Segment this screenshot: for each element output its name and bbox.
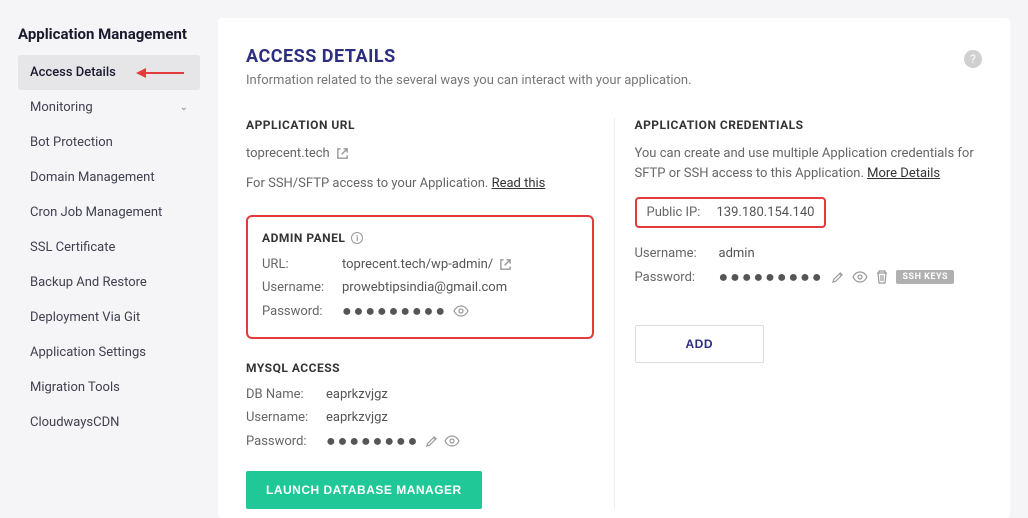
chevron-down-icon: ⌄ xyxy=(180,102,188,113)
ssh-keys-badge[interactable]: SSH KEYS xyxy=(896,270,954,284)
admin-password-label: Password: xyxy=(262,304,342,319)
public-ip-label: Public IP: xyxy=(647,205,717,220)
sidebar-item-deployment-git[interactable]: Deployment Via Git xyxy=(18,300,200,335)
sidebar-item-cloudways-cdn[interactable]: CloudwaysCDN xyxy=(18,405,200,440)
application-url-value[interactable]: toprecent.tech xyxy=(246,144,330,164)
edit-icon[interactable] xyxy=(425,435,438,448)
mysql-username-value: eaprkzvjgz xyxy=(326,410,388,425)
delete-icon[interactable] xyxy=(876,270,888,284)
sidebar-item-backup-restore[interactable]: Backup And Restore xyxy=(18,265,200,300)
sidebar-item-cron-job-management[interactable]: Cron Job Management xyxy=(18,195,200,230)
ssh-note: For SSH/SFTP access to your Application.… xyxy=(246,174,594,194)
mysql-heading: MYSQL ACCESS xyxy=(246,361,594,375)
sidebar-item-label: Backup And Restore xyxy=(30,275,147,290)
admin-url-label: URL: xyxy=(262,257,342,272)
eye-icon[interactable] xyxy=(852,271,868,283)
credentials-heading: APPLICATION CREDENTIALS xyxy=(635,118,983,132)
eye-icon[interactable] xyxy=(444,435,460,447)
admin-panel-box: ADMIN PANEL i URL: toprecent.tech/wp-adm… xyxy=(246,215,594,339)
application-url-heading: APPLICATION URL xyxy=(246,118,594,132)
sidebar-item-label: Access Details xyxy=(30,65,116,80)
sidebar-item-label: Application Settings xyxy=(30,345,146,360)
right-column: APPLICATION CREDENTIALS You can create a… xyxy=(614,118,983,509)
more-details-link[interactable]: More Details xyxy=(867,166,940,181)
add-button[interactable]: ADD xyxy=(635,325,765,363)
mysql-password-label: Password: xyxy=(246,434,326,449)
sidebar-item-application-settings[interactable]: Application Settings xyxy=(18,335,200,370)
page-title: ACCESS DETAILS xyxy=(246,46,982,67)
credentials-desc: You can create and use multiple Applicat… xyxy=(635,144,983,183)
external-link-icon[interactable] xyxy=(336,147,349,160)
help-icon[interactable]: ? xyxy=(964,50,982,68)
admin-username-value: prowebtipsindia@gmail.com xyxy=(342,280,507,295)
sidebar-item-domain-management[interactable]: Domain Management xyxy=(18,160,200,195)
sidebar-title: Application Management xyxy=(18,25,200,43)
dbname-value: eaprkzvjgz xyxy=(326,387,388,402)
sidebar-item-label: Bot Protection xyxy=(30,135,113,150)
launch-database-manager-button[interactable]: LAUNCH DATABASE MANAGER xyxy=(246,471,482,509)
page-subtitle: Information related to the several ways … xyxy=(246,73,982,88)
admin-panel-heading: ADMIN PANEL xyxy=(262,231,345,245)
sidebar-item-monitoring[interactable]: Monitoring ⌄ xyxy=(18,90,200,125)
admin-password-mask: ●●●●●●●●● xyxy=(342,303,447,319)
edit-icon[interactable] xyxy=(831,271,844,284)
sidebar-item-label: Domain Management xyxy=(30,170,155,185)
sidebar: Application Management Access Details Mo… xyxy=(0,0,200,518)
sidebar-item-label: CloudwaysCDN xyxy=(30,415,119,430)
sidebar-item-ssl-certificate[interactable]: SSL Certificate xyxy=(18,230,200,265)
sidebar-item-label: Deployment Via Git xyxy=(30,310,140,325)
public-ip-value: 139.180.154.140 xyxy=(717,205,815,220)
external-link-icon[interactable] xyxy=(499,258,512,271)
main-panel: ? ACCESS DETAILS Information related to … xyxy=(218,18,1010,518)
sidebar-item-access-details[interactable]: Access Details xyxy=(18,55,200,90)
sidebar-item-label: Cron Job Management xyxy=(30,205,162,220)
sidebar-item-bot-protection[interactable]: Bot Protection xyxy=(18,125,200,160)
dbname-label: DB Name: xyxy=(246,387,326,402)
sidebar-item-label: Migration Tools xyxy=(30,380,120,395)
sidebar-item-label: Monitoring xyxy=(30,100,93,115)
admin-username-label: Username: xyxy=(262,280,342,295)
cred-password-mask: ●●●●●●●●● xyxy=(719,269,824,285)
info-icon[interactable]: i xyxy=(351,232,363,244)
admin-url-value: toprecent.tech/wp-admin/ xyxy=(342,257,493,272)
red-arrow-icon xyxy=(136,67,184,79)
sidebar-item-label: SSL Certificate xyxy=(30,240,115,255)
mysql-password-mask: ●●●●●●●● xyxy=(326,433,419,449)
sidebar-item-migration-tools[interactable]: Migration Tools xyxy=(18,370,200,405)
cred-username-value: admin xyxy=(719,246,755,261)
mysql-username-label: Username: xyxy=(246,410,326,425)
eye-icon[interactable] xyxy=(453,305,469,317)
public-ip-box: Public IP: 139.180.154.140 xyxy=(635,197,827,228)
cred-password-label: Password: xyxy=(635,270,719,285)
read-this-link[interactable]: Read this xyxy=(492,176,546,191)
left-column: APPLICATION URL toprecent.tech For SSH/S… xyxy=(246,118,594,509)
cred-username-label: Username: xyxy=(635,246,719,261)
